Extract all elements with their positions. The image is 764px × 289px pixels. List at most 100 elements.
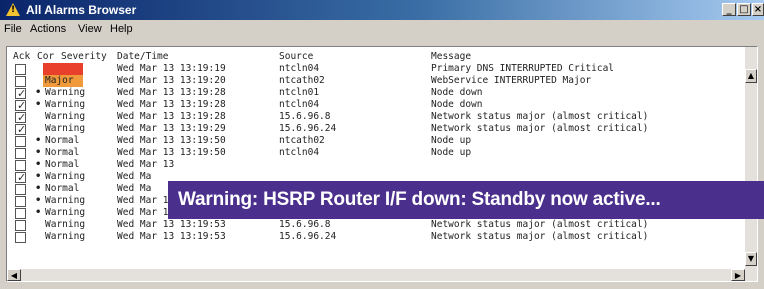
datetime-cell: Wed Mar 13 13:19:28: [117, 111, 226, 122]
horizontal-scrollbar[interactable]: ◀ ▶: [7, 269, 745, 281]
datetime-cell: Wed Mar 13 13:19:20: [117, 75, 226, 86]
col-severity-header[interactable]: Severity: [61, 51, 107, 62]
table-row[interactable]: • Normal Wed Mar 13: [7, 159, 745, 171]
severity-cell: Warning: [45, 87, 86, 98]
correlation-marker: •: [35, 171, 42, 182]
severity-cell: Major: [43, 75, 83, 87]
warning-icon: !: [6, 3, 20, 16]
message-cell: WebService INTERRUPTED Major: [431, 75, 592, 86]
message-cell: Network status major (almost critical): [431, 231, 649, 242]
source-cell: ntcln04: [279, 147, 320, 158]
ack-checkbox[interactable]: [15, 160, 26, 171]
menu-file[interactable]: File: [4, 23, 22, 35]
severity-cell: Warning: [45, 219, 86, 230]
correlation-marker: •: [35, 87, 42, 98]
alarms-browser-window: ! All Alarms Browser _ □ × File Actions …: [0, 0, 764, 289]
table-row[interactable]: Major Wed Mar 13 13:19:20 ntcath02 WebServi…: [7, 75, 745, 87]
datetime-cell: Wed Mar 13 13:19:53: [117, 219, 226, 230]
scroll-down-arrow-icon[interactable]: ▼: [745, 252, 757, 266]
correlation-marker: •: [35, 135, 42, 146]
scroll-left-arrow-icon[interactable]: ◀: [7, 269, 21, 281]
message-cell: Primary DNS INTERRUPTED Critical: [431, 63, 615, 74]
table-row[interactable]: Warning Wed Mar 13 13:19:53 15.6.96.8 Netwo…: [7, 219, 745, 231]
correlation-marker: •: [35, 183, 42, 194]
message-cell: Node down: [431, 87, 483, 98]
menu-bar: File Actions View Help: [0, 21, 764, 39]
message-cell: Network status major (almost critical): [431, 111, 649, 122]
correlation-marker: •: [35, 195, 42, 206]
col-datetime-header[interactable]: Date/Time: [117, 51, 168, 62]
table-row[interactable]: Wed Mar 13 13:19:19 ntcln04 Primary DNS IN…: [7, 63, 745, 75]
severity-cell: Warning: [45, 231, 86, 242]
severity-cell: Normal: [45, 183, 80, 194]
ack-checkbox[interactable]: [15, 220, 26, 231]
ack-checkbox[interactable]: ✓: [15, 123, 26, 136]
table-row[interactable]: ✓ Warning Wed Mar 13 13:19:28 15.6.96.8 Netw…: [7, 111, 745, 124]
ack-checkbox[interactable]: [15, 232, 26, 243]
table-row[interactable]: ✓ Warning Wed Mar 13 13:19:29 15.6.96.24 Net…: [7, 123, 745, 136]
close-button[interactable]: ×: [752, 3, 764, 16]
source-cell: 15.6.96.8: [279, 111, 331, 122]
severity-cell: Warning: [45, 99, 86, 110]
message-cell: Node up: [431, 135, 472, 146]
source-cell: 15.6.96.8: [279, 219, 331, 230]
correlation-marker: •: [35, 147, 42, 158]
scroll-up-arrow-icon[interactable]: ▲: [745, 69, 757, 83]
severity-cell: Warning: [45, 207, 86, 218]
alarms-list[interactable]: Ack Cor Severity Date/Time Source Messag…: [6, 46, 758, 282]
menu-help[interactable]: Help: [110, 23, 133, 35]
correlation-marker: •: [35, 99, 42, 110]
source-cell: ntcln01: [279, 87, 320, 98]
ack-checkbox[interactable]: ✓: [15, 87, 26, 100]
source-cell: ntcath02: [279, 135, 325, 146]
severity-cell: [43, 63, 83, 75]
datetime-cell: Wed Mar 13 13:19:53: [117, 231, 226, 242]
datetime-cell: Wed Mar 13 13:19:28: [117, 87, 226, 98]
table-row[interactable]: Warning Wed Mar 13 13:19:53 15.6.96.24 Netw…: [7, 231, 745, 243]
source-cell: 15.6.96.24: [279, 231, 337, 242]
source-cell: ntcath02: [279, 75, 325, 86]
datetime-cell: Wed Mar 13 13:19:50: [117, 135, 226, 146]
table-row[interactable]: ✓ • Warning Wed Mar 13 13:19:28 ntcln04 Node …: [7, 99, 745, 112]
message-cell: Node down: [431, 99, 483, 110]
col-message-header[interactable]: Message: [431, 51, 471, 62]
alert-banner: Warning: HSRP Router I/F down: Standby n…: [168, 181, 764, 219]
ack-checkbox[interactable]: [15, 196, 26, 207]
col-source-header[interactable]: Source: [279, 51, 313, 62]
severity-cell: Warning: [45, 171, 86, 182]
ack-checkbox[interactable]: ✓: [15, 99, 26, 112]
ack-checkbox[interactable]: ✓: [15, 111, 26, 124]
title-bar[interactable]: ! All Alarms Browser _ □ ×: [0, 0, 764, 20]
vertical-scrollbar[interactable]: ▲ ▼: [745, 47, 757, 281]
message-cell: Network status major (almost critical): [431, 219, 649, 230]
maximize-button[interactable]: □: [737, 3, 751, 16]
message-cell: Network status major (almost critical): [431, 123, 649, 134]
source-cell: ntcln04: [279, 63, 320, 74]
ack-checkbox[interactable]: [15, 64, 26, 75]
datetime-cell: Wed Ma: [117, 183, 152, 194]
ack-checkbox[interactable]: [15, 148, 26, 159]
datetime-cell: Wed Mar 13 13:19:29: [117, 123, 226, 134]
correlation-marker: •: [35, 159, 42, 170]
ack-checkbox[interactable]: ✓: [15, 171, 26, 184]
menu-view[interactable]: View: [78, 23, 102, 35]
datetime-cell: Wed Mar 13 13:19:28: [117, 99, 226, 110]
ack-checkbox[interactable]: [15, 208, 26, 219]
severity-cell: Warning: [45, 195, 86, 206]
table-row[interactable]: • Normal Wed Mar 13 13:19:50 ntcath02 Node u…: [7, 135, 745, 147]
ack-checkbox[interactable]: [15, 184, 26, 195]
table-row[interactable]: • Normal Wed Mar 13 13:19:50 ntcln04 Node up: [7, 147, 745, 159]
minimize-button[interactable]: _: [722, 3, 736, 16]
severity-cell: Normal: [45, 135, 80, 146]
col-cor-header[interactable]: Cor: [37, 51, 54, 62]
col-ack-header[interactable]: Ack: [13, 51, 30, 62]
alert-banner-text: Warning: HSRP Router I/F down: Standby n…: [178, 189, 661, 210]
scroll-right-arrow-icon[interactable]: ▶: [731, 269, 745, 281]
ack-checkbox[interactable]: [15, 136, 26, 147]
datetime-cell: Wed Mar 13 13:19:50: [117, 147, 226, 158]
correlation-marker: •: [35, 207, 42, 218]
ack-checkbox[interactable]: [15, 76, 26, 87]
menu-actions[interactable]: Actions: [30, 23, 66, 35]
severity-cell: Normal: [45, 147, 80, 158]
table-row[interactable]: ✓ • Warning Wed Mar 13 13:19:28 ntcln01 Node …: [7, 87, 745, 100]
